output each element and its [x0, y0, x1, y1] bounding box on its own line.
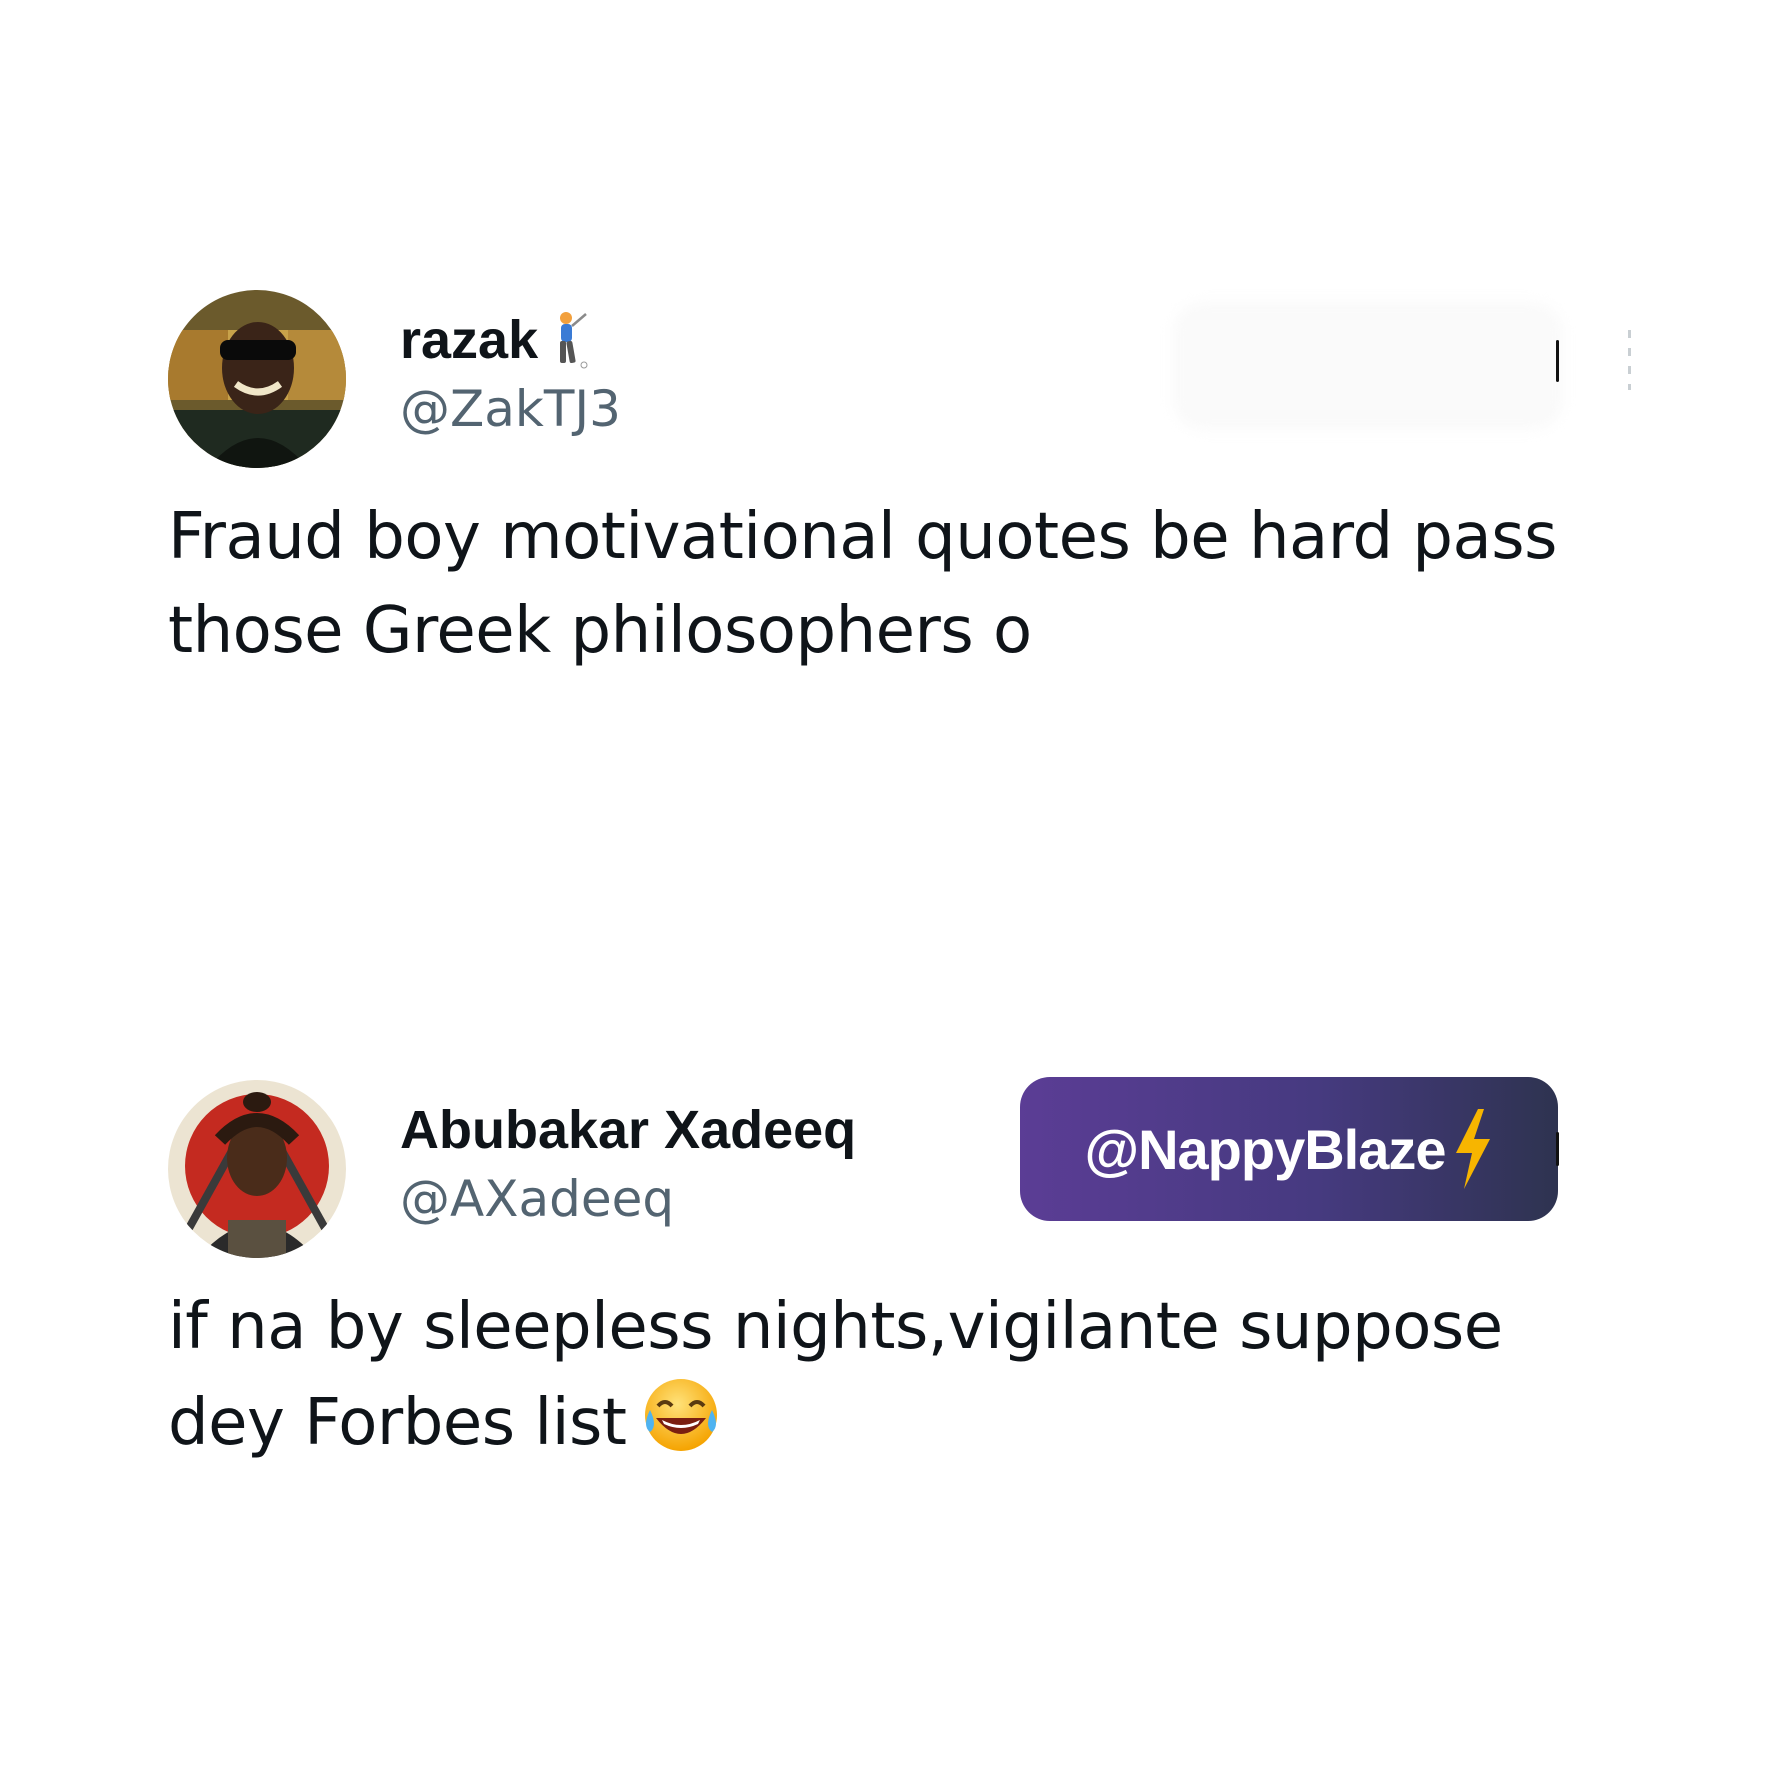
tweet-card: razak @ZakTJ3 Fraud boy motivational quo…	[168, 290, 1631, 678]
tweet-text-line: if na by sleepless nights,vigilante supp…	[168, 1290, 1503, 1364]
edge-mark	[1556, 1132, 1559, 1166]
golfer-emoji	[544, 310, 592, 370]
watermark-badge: @NappyBlaze	[1020, 1077, 1558, 1221]
tweet-header: razak @ZakTJ3	[168, 290, 1631, 470]
watermark-text: @NappyBlaze	[1084, 1117, 1446, 1181]
avatar[interactable]	[168, 1080, 346, 1258]
display-name-text: Abubakar Xadeeq	[400, 1100, 857, 1160]
tweet-text-line: those Greek philosophers o	[168, 594, 1032, 668]
tweet-text: Fraud boy motivational quotes be hard pa…	[168, 490, 1628, 678]
user-handle[interactable]: @ZakTJ3	[400, 376, 621, 442]
user-names: Abubakar Xadeeq @AXadeeq	[400, 1098, 856, 1232]
display-name[interactable]: Abubakar Xadeeq	[400, 1098, 856, 1162]
tweet-text: if na by sleepless nights,vigilante supp…	[168, 1280, 1628, 1470]
tweet-text-line: dey Forbes list	[168, 1374, 1628, 1470]
lightning-bolt-icon	[1455, 1109, 1490, 1189]
tweet-text-line-content: dey Forbes list	[168, 1386, 627, 1460]
more-options-icon[interactable]	[1628, 330, 1631, 390]
redacted-area	[1173, 302, 1563, 430]
user-handle[interactable]: @AXadeeq	[400, 1166, 856, 1232]
display-name-text: razak	[400, 310, 539, 370]
tweet-text-line: Fraud boy motivational quotes be hard pa…	[168, 500, 1557, 574]
user-names: razak @ZakTJ3	[400, 308, 621, 442]
edge-mark	[1556, 340, 1559, 382]
avatar[interactable]	[168, 290, 346, 468]
display-name[interactable]: razak	[400, 308, 621, 372]
face-with-tears-of-joy-emoji	[640, 1374, 722, 1456]
